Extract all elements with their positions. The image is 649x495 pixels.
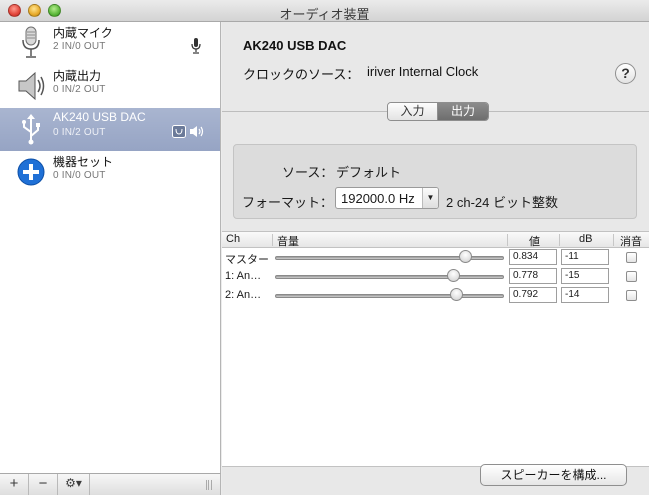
table-header: Ch 音量 値 dB 消音 [222, 232, 649, 248]
device-detail-pane: AK240 USB DAC クロックのソース： iriver Internal … [222, 22, 649, 495]
add-device-button[interactable]: + [0, 474, 29, 495]
column-divider [559, 234, 560, 246]
column-header-volume[interactable]: 音量 [277, 233, 299, 249]
window-title: オーディオ装置 [279, 7, 370, 22]
usb-icon [22, 114, 40, 145]
device-io-count: 0 IN/0 OUT [53, 170, 106, 181]
io-tab-control: 入力 出力 [387, 102, 489, 121]
sample-rate-select[interactable]: 192000.0 Hz ▼ [335, 187, 439, 209]
volume-value-field[interactable]: 0.792 [509, 287, 557, 303]
mute-checkbox[interactable] [626, 290, 637, 301]
device-item-ak240-usb-dac[interactable]: AK240 USB DAC 0 IN/2 OUT [0, 108, 220, 151]
format-label: フォーマット： [242, 195, 334, 210]
gear-menu-button[interactable]: ⚙▾ [58, 474, 90, 495]
resize-grip-icon[interactable] [206, 480, 212, 490]
remove-device-button[interactable]: − [29, 474, 58, 495]
column-header-mute[interactable]: 消音 [620, 233, 642, 249]
clock-source-label: クロックのソース： [243, 67, 360, 82]
volume-db-field[interactable]: -15 [561, 268, 609, 284]
channel-name: マスター [225, 254, 269, 266]
channel-name: 1: An… [225, 270, 262, 282]
channel-volume-table: Ch 音量 値 dB 消音 マスター 0.834 -11 1: An… 0.77… [222, 231, 649, 467]
volume-db-field[interactable]: -14 [561, 287, 609, 303]
channel-name: 2: An… [225, 289, 262, 301]
volume-slider[interactable] [275, 275, 504, 279]
mute-checkbox[interactable] [626, 252, 637, 263]
volume-slider[interactable] [275, 294, 504, 298]
input-mic-badge-icon [191, 38, 201, 54]
device-io-count: 0 IN/2 OUT [53, 84, 106, 95]
device-name: 内蔵マイク [53, 26, 113, 40]
volume-value-field[interactable]: 0.778 [509, 268, 557, 284]
source-label: ソース： [282, 165, 334, 180]
help-button[interactable]: ? [615, 63, 636, 84]
device-item-builtin-mic[interactable]: 内蔵マイク 2 IN/0 OUT [0, 22, 220, 65]
audio-devices-window: オーディオ装置 内蔵マイク 2 IN/0 OUT 内蔵出力 0 IN/2 OUT… [0, 0, 649, 495]
column-header-ch[interactable]: Ch [226, 233, 240, 245]
volume-slider-knob[interactable] [449, 288, 463, 301]
device-item-builtin-output[interactable]: 内蔵出力 0 IN/2 OUT [0, 65, 220, 108]
column-divider [613, 234, 614, 246]
tab-output[interactable]: 出力 [438, 103, 488, 120]
column-header-value[interactable]: 値 [529, 233, 540, 249]
device-name: 機器セット [53, 155, 114, 169]
device-title: AK240 USB DAC [243, 38, 347, 53]
volume-slider-knob[interactable] [446, 269, 460, 282]
clock-source-value: iriver Internal Clock [367, 64, 479, 79]
column-divider [272, 234, 273, 246]
format-detail: 2 ch-24 ビット整数 [446, 195, 558, 210]
title-bar: オーディオ装置 [0, 0, 649, 22]
source-value: デフォルト [336, 165, 402, 180]
finder-badge-icon [172, 125, 186, 138]
volume-value-field[interactable]: 0.834 [509, 249, 557, 265]
device-io-count: 2 IN/0 OUT [53, 41, 106, 52]
format-group: ソース： デフォルト フォーマット： 192000.0 Hz ▼ 2 ch-24… [233, 144, 637, 219]
sidebar-toolbar: + − ⚙▾ [0, 473, 221, 495]
output-speaker-badge-icon [190, 126, 204, 137]
device-io-count: 0 IN/2 OUT [53, 127, 106, 138]
device-name: 内蔵出力 [53, 69, 102, 83]
column-header-db[interactable]: dB [579, 233, 592, 245]
aggregate-plus-icon [17, 158, 45, 186]
sample-rate-value: 192000.0 Hz [341, 191, 415, 206]
column-divider [507, 234, 508, 246]
chevron-down-icon: ▼ [422, 188, 438, 208]
mute-checkbox[interactable] [626, 271, 637, 282]
table-row: 2: An… 0.792 -14 [222, 286, 649, 305]
device-item-aggregate-device[interactable]: 機器セット 0 IN/0 OUT [0, 151, 220, 194]
device-name: AK240 USB DAC [53, 110, 146, 124]
table-row: 1: An… 0.778 -15 [222, 267, 649, 286]
microphone-icon [22, 26, 40, 58]
table-row: マスター 0.834 -11 [222, 248, 649, 267]
configure-speakers-button[interactable]: スピーカーを構成... [480, 464, 627, 486]
tab-input[interactable]: 入力 [388, 103, 438, 120]
device-list: 内蔵マイク 2 IN/0 OUT 内蔵出力 0 IN/2 OUT AK240 U… [0, 22, 221, 473]
volume-db-field[interactable]: -11 [561, 249, 609, 265]
speaker-icon [18, 71, 45, 101]
volume-slider-knob[interactable] [459, 250, 473, 263]
